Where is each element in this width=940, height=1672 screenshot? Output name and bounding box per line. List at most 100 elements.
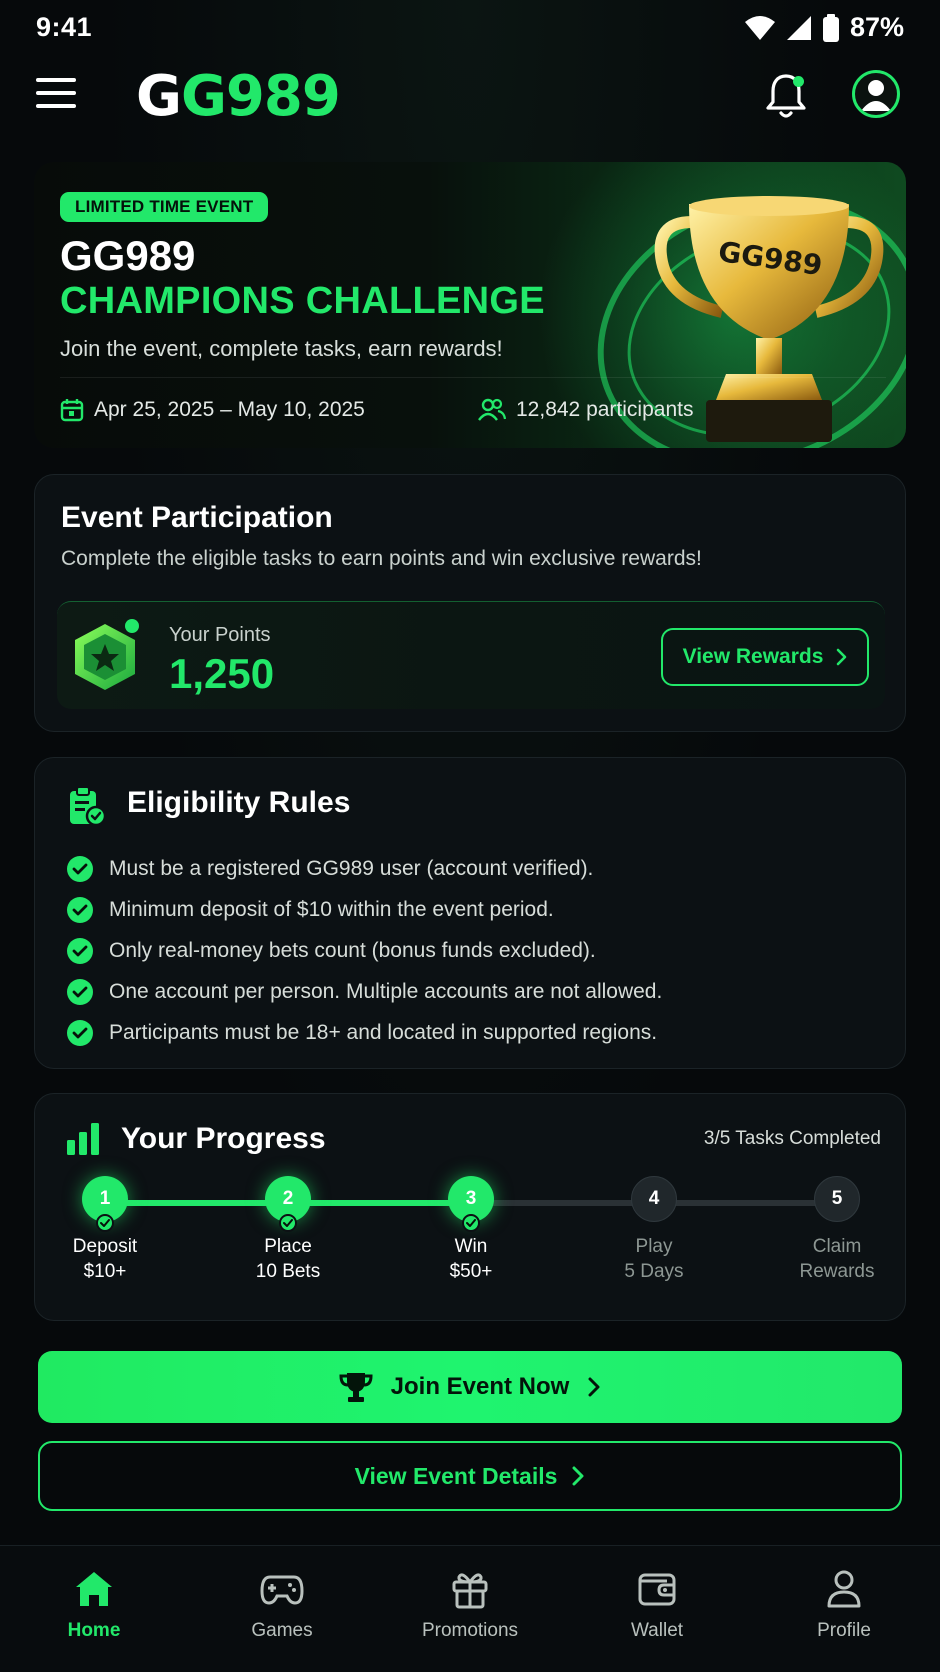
step-number: 3 [465,1188,477,1209]
progress-step: 2 Place 10 Bets [213,1176,363,1284]
join-event-label: Join Event Now [390,1373,570,1400]
signal-icon [786,15,811,40]
participants-text: 12,842 participants [516,398,694,421]
logo-rest: G989 [180,64,341,129]
progress-step: 4 Play 5 Days [579,1176,729,1284]
points-panel: Your Points 1,250 View Rewards [57,601,885,709]
progress-title: Your Progress [121,1122,326,1155]
step-label-line1: Deposit [72,1236,138,1257]
users-icon [478,398,506,421]
eligibility-title: Eligibility Rules [127,786,351,819]
chevron-right-icon [572,1466,584,1486]
app-header: GG989 [0,62,940,134]
nav-label: Games [251,1620,313,1641]
nav-home[interactable]: Home [14,1568,174,1642]
event-dates-text: Apr 25, 2025 – May 10, 2025 [94,398,365,421]
progress-card: Your Progress 3/5 Tasks Completed 1 Depos… [34,1093,906,1321]
event-page: 9:41 87% GG989 GG989 LIMITED TIME EVENT … [0,0,940,1672]
participation-title: Event Participation [61,501,333,534]
step-pending-circle: 5 [814,1176,860,1222]
view-rewards-label: View Rewards [682,645,824,668]
hero-title-event: CHAMPIONS CHALLENGE [60,280,545,322]
status-icons: 87% [744,12,904,43]
view-event-details-button[interactable]: View Event Details [38,1441,902,1511]
rule-item: Must be a registered GG989 user (account… [67,848,662,889]
star-badge-icon [75,619,139,690]
rule-item: Only real-money bets count (bonus funds … [67,930,662,971]
rule-text: Must be a registered GG989 user (account… [109,856,594,880]
user-icon [861,80,891,111]
nav-label: Profile [817,1620,871,1641]
tasks-completed-count: 3/5 Tasks Completed [703,1128,881,1149]
notification-dot [793,76,804,87]
clipboard-check-icon [70,786,107,826]
progress-step: 1 Deposit $10+ [30,1176,180,1284]
step-label-line1: Play [635,1236,673,1257]
view-event-details-label: View Event Details [354,1462,558,1489]
step-label-line1: Win [454,1236,488,1257]
logo-first-letter: G [136,64,182,129]
user-icon [827,1570,861,1608]
event-hero-banner[interactable]: GG989 LIMITED TIME EVENT GG989 CHAMPIONS… [34,162,906,448]
brand-logo[interactable]: GG989 [136,64,341,129]
notifications-button[interactable] [762,70,810,122]
chevron-right-icon [588,1377,600,1397]
step-number: 5 [831,1188,843,1209]
step-label-line2: 5 Days [624,1261,684,1282]
nav-label: Promotions [421,1620,519,1641]
status-bar: 9:41 87% [0,0,940,56]
avatar-button[interactable] [852,70,900,118]
check-circle-icon [67,937,93,964]
menu-button[interactable] [36,78,76,114]
wifi-icon [744,15,775,40]
status-time: 9:41 [36,12,93,42]
step-label: Win $50+ [396,1234,546,1284]
check-circle-icon [67,896,93,923]
rule-item: Minimum deposit of $10 within the event … [67,889,662,930]
hero-subtitle: Join the event, complete tasks, earn rew… [60,336,503,361]
check-circle-icon [67,855,93,882]
step-label-line2: Rewards [799,1261,875,1282]
participation-card: Event Participation Complete the eligibl… [34,474,906,732]
trophy-icon [339,1373,373,1402]
eligibility-rules-card: Eligibility Rules Must be a registered G… [34,757,906,1069]
calendar-icon [60,399,84,422]
nav-wallet[interactable]: Wallet [577,1568,737,1642]
nav-promotions[interactable]: Promotions [390,1568,550,1642]
battery-icon [822,13,839,42]
step-label: Place 10 Bets [213,1234,363,1284]
step-number: 2 [282,1188,294,1209]
step-label: Deposit $10+ [30,1234,180,1284]
progress-step: 3 Win $50+ [396,1176,546,1284]
view-rewards-button[interactable]: View Rewards [661,628,869,686]
rule-item: Participants must be 18+ and located in … [67,1012,662,1053]
participation-subtitle: Complete the eligible tasks to earn poin… [61,547,702,570]
event-dates: Apr 25, 2025 – May 10, 2025 [60,398,365,422]
step-number: 4 [648,1188,660,1209]
step-complete-circle: 2 [265,1176,311,1232]
step-label-line1: Place [264,1236,312,1257]
step-label-line2: 10 Bets [255,1261,321,1282]
step-complete-circle: 3 [448,1176,494,1232]
points-label: Your Points [169,624,271,646]
participants-count: 12,842 participants [478,398,693,422]
hero-title-brand: GG989 [60,232,196,279]
hero-divider [60,377,886,378]
nav-label: Home [67,1620,121,1641]
step-label-line2: $10+ [83,1261,127,1282]
join-event-button[interactable]: Join Event Now [38,1351,902,1423]
nav-profile[interactable]: Profile [764,1568,924,1642]
nav-games[interactable]: Games [202,1568,362,1642]
chevron-right-icon [837,648,847,666]
nav-label: Wallet [630,1620,684,1641]
step-label-line1: Claim [812,1236,862,1257]
rule-text: Participants must be 18+ and located in … [109,1020,658,1044]
check-icon [96,1214,114,1232]
rule-text: One account per person. Multiple account… [109,979,663,1003]
rule-text: Minimum deposit of $10 within the event … [109,897,554,921]
battery-percent: 87% [849,12,904,42]
limited-time-badge: LIMITED TIME EVENT [60,192,269,222]
step-label: Play 5 Days [579,1234,729,1284]
step-label-line2: $50+ [449,1261,493,1282]
rule-text: Only real-money bets count (bonus funds … [109,938,596,962]
